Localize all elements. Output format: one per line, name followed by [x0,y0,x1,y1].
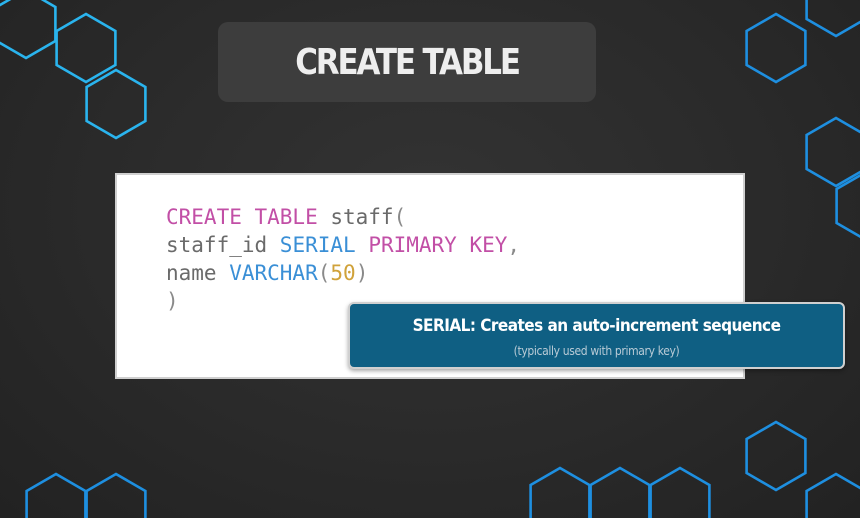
code-token: 50 [330,261,356,285]
code-line: CREATE TABLE staff( [166,203,520,231]
hexagon-shape [55,12,117,84]
code-token: PRIMARY KEY [368,233,508,257]
hexagon-shape [649,466,711,518]
serial-callout: SERIAL: Creates an auto-increment sequen… [348,302,845,369]
code-token: staff_id [166,233,280,257]
title-banner: CREATE TABLE [218,22,596,102]
code-token: VARCHAR [229,261,318,285]
hexagon-shape [0,0,57,60]
hexagon-shape [25,472,87,518]
code-token: ) [166,289,179,313]
hexagon-shape [529,466,591,518]
code-token: ( [317,261,331,285]
hexagon-shape [745,12,807,84]
hexagon-shape [805,0,860,38]
code-token: name [166,261,230,285]
code-token: staff [317,205,394,229]
hexagon-shape [589,466,651,518]
callout-subtitle: (typically used with primary key) [513,344,680,358]
callout-title: SERIAL: Creates an auto-increment sequen… [412,316,781,336]
code-token: CREATE TABLE [166,205,318,229]
hexagon-shape [85,68,147,140]
hexagon-shape [805,116,860,188]
code-token: , [507,233,521,257]
hexagon-shape [85,472,147,518]
code-line: staff_id SERIAL PRIMARY KEY, [166,231,520,259]
code-line: name VARCHAR(50) [166,259,520,287]
slide-title: CREATE TABLE [295,41,521,83]
code-token: SERIAL [279,233,369,257]
code-token: ( [393,205,407,229]
hexagon-shape [805,472,860,518]
hexagon-shape [745,420,807,492]
code-token: ) [355,261,369,285]
sql-code-block: CREATE TABLE staff(staff_id SERIAL PRIMA… [166,203,520,315]
